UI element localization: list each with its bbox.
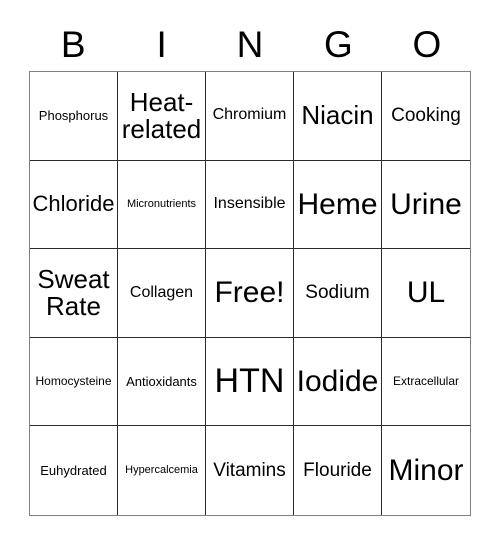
bingo-header-letter-o: O — [412, 23, 442, 65]
bingo-cell[interactable]: Cooking — [382, 72, 470, 161]
bingo-cell-label: Minor — [388, 454, 464, 488]
bingo-cell-label: Heat- related — [121, 86, 202, 144]
bingo-cell[interactable]: Heme — [294, 160, 382, 250]
bingo-cell-label: Vitamins — [213, 459, 286, 481]
bingo-cell-label: Homocysteine — [35, 374, 112, 389]
bingo-cell-label: Free! — [214, 276, 285, 310]
bingo-cell-label: Niacin — [301, 100, 374, 131]
bingo-cell[interactable]: Collagen — [118, 249, 206, 338]
bingo-cell[interactable]: Vitamins — [206, 426, 294, 515]
bingo-cell[interactable]: HTN — [206, 337, 294, 427]
bingo-cell[interactable]: Micronutrients — [118, 160, 206, 250]
bingo-cell-label: Sweat Rate — [37, 263, 110, 321]
bingo-cell-label: Phosphorus — [38, 108, 109, 124]
bingo-cell[interactable]: Minor — [382, 426, 470, 515]
bingo-cell-label: Euhydrated — [40, 462, 107, 478]
bingo-cell-label: Urine — [390, 187, 462, 221]
bingo-cell[interactable]: Antioxidants — [118, 337, 206, 427]
bingo-cell[interactable]: UL — [382, 249, 470, 338]
bingo-cell-label: Cooking — [391, 104, 461, 126]
bingo-header: B I N G O — [29, 20, 471, 68]
bingo-cell[interactable]: Heat- related — [118, 72, 206, 161]
bingo-cell[interactable]: Homocysteine — [30, 337, 118, 427]
bingo-cell-label: Antioxidants — [126, 373, 197, 389]
bingo-cell-label: Extracellular — [392, 374, 460, 389]
bingo-header-letter-g: G — [324, 23, 353, 65]
bingo-cell-label: Heme — [297, 187, 378, 221]
bingo-cell[interactable]: Urine — [382, 160, 470, 250]
bingo-header-letter-i: I — [156, 23, 167, 65]
bingo-cell-label: Micronutrients — [126, 197, 197, 210]
bingo-cell[interactable]: Iodide — [294, 337, 382, 427]
bingo-cell[interactable]: Free! — [206, 249, 294, 338]
bingo-cell-label: Iodide — [296, 365, 379, 398]
bingo-cell[interactable]: Insensible — [206, 160, 294, 250]
bingo-cell[interactable]: Flouride — [294, 426, 382, 515]
bingo-cell[interactable]: Chloride — [30, 160, 118, 250]
bingo-grid: Phosphorus Heat- related Chromium Niacin Coo… — [29, 71, 471, 516]
bingo-cell[interactable]: Hypercalcemia — [118, 426, 206, 515]
bingo-cell[interactable]: Chromium — [206, 72, 294, 161]
bingo-cell-label: Collagen — [129, 283, 194, 301]
bingo-cell-label: Chromium — [212, 106, 287, 124]
bingo-cell[interactable]: Niacin — [294, 72, 382, 161]
bingo-cell-label: UL — [406, 276, 446, 310]
bingo-cell[interactable]: Phosphorus — [30, 72, 118, 161]
bingo-cell[interactable]: Euhydrated — [30, 426, 118, 515]
bingo-cell-label: Insensible — [213, 195, 286, 213]
bingo-card: B I N G O Phosphorus Heat- related Chromiu… — [0, 0, 500, 544]
bingo-header-letter-b: B — [60, 23, 86, 65]
bingo-cell-label: HTN — [214, 361, 285, 400]
bingo-cell-label: Flouride — [303, 459, 372, 481]
bingo-cell-label: Chloride — [32, 190, 115, 216]
bingo-cell[interactable]: Sweat Rate — [30, 249, 118, 338]
bingo-header-letter-n: N — [236, 23, 264, 65]
bingo-cell-label: Sodium — [305, 282, 370, 304]
bingo-cell-label: Hypercalcemia — [125, 463, 198, 476]
bingo-cell[interactable]: Sodium — [294, 249, 382, 338]
bingo-cell[interactable]: Extracellular — [382, 337, 470, 427]
